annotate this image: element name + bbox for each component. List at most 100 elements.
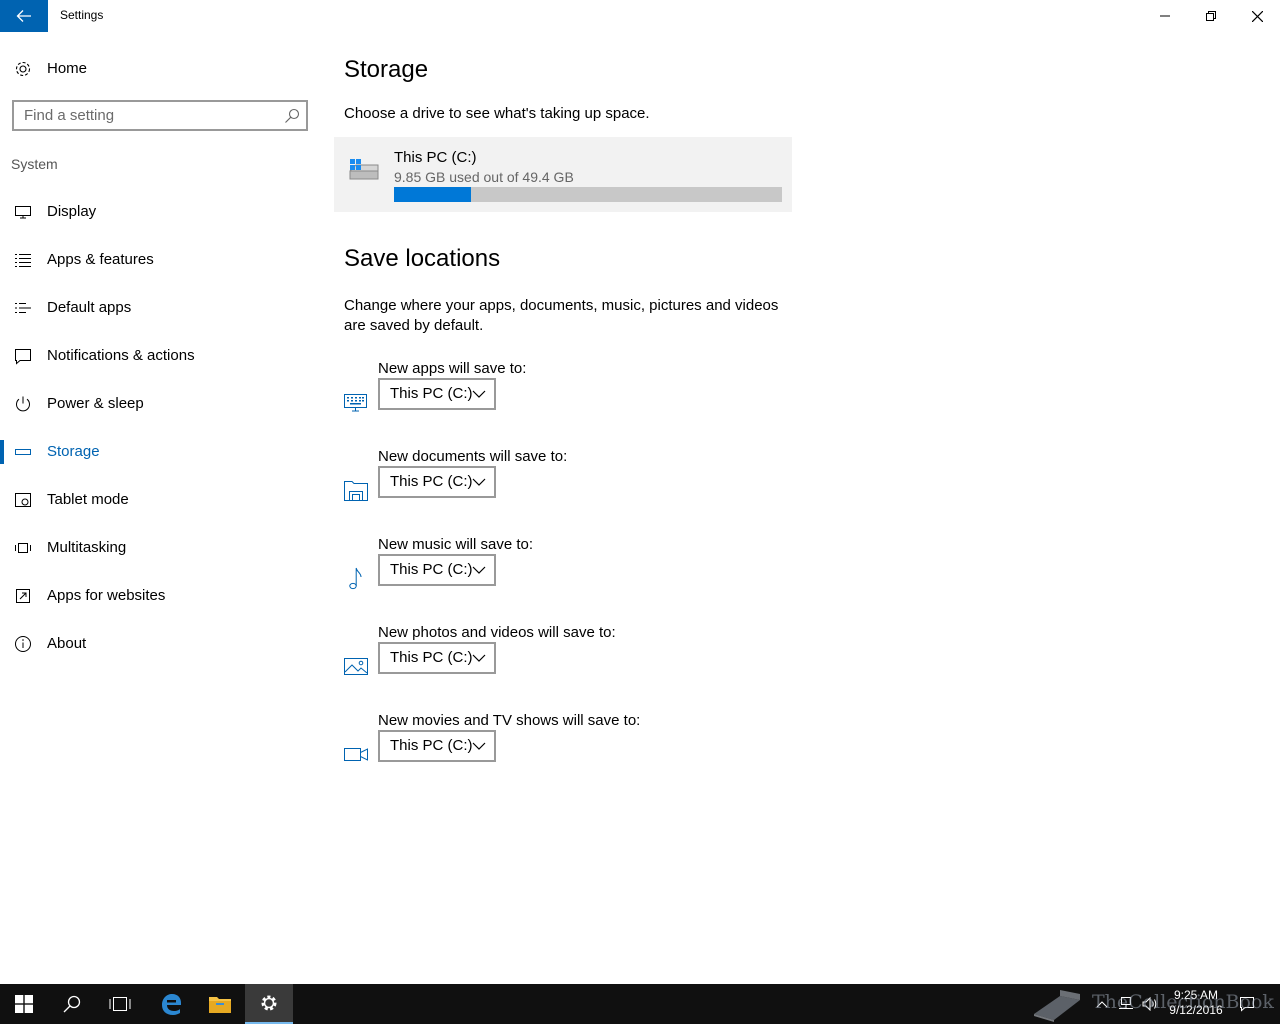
drive-tile[interactable]: This PC (C:) 9.85 GB used out of 49.4 GB bbox=[334, 137, 792, 212]
drive-usage: 9.85 GB used out of 49.4 GB bbox=[394, 169, 574, 185]
section-label: System bbox=[11, 156, 58, 172]
save-location-photos: New photos and videos will save to: This… bbox=[344, 624, 744, 694]
settings-taskbar-button[interactable] bbox=[245, 984, 293, 1024]
apps-features-icon bbox=[15, 254, 31, 267]
music-save-dropdown[interactable]: This PC (C:) bbox=[378, 554, 496, 586]
sidebar-item-apps-features[interactable]: Apps & features bbox=[0, 240, 320, 280]
watermark-text: TheCollectionBook bbox=[1092, 991, 1274, 1013]
sidebar-item-label: Apps for websites bbox=[47, 587, 166, 604]
file-explorer-button[interactable] bbox=[196, 984, 244, 1024]
taskbar: 9:25 AM 9/12/2016 TheCollectionBook bbox=[0, 984, 1280, 1024]
keyboard-monitor-icon bbox=[344, 394, 367, 412]
picture-icon bbox=[344, 658, 368, 675]
sidebar-item-display[interactable]: Display bbox=[0, 192, 320, 232]
save-location-label: New music will save to: bbox=[378, 536, 534, 553]
apps-websites-icon bbox=[16, 589, 30, 603]
search-icon bbox=[63, 995, 81, 1013]
minimize-button[interactable] bbox=[1142, 0, 1188, 32]
photos-save-dropdown[interactable]: This PC (C:) bbox=[378, 642, 496, 674]
save-location-documents: New documents will save to: This PC (C:) bbox=[344, 448, 744, 518]
back-arrow-icon bbox=[16, 10, 31, 22]
sidebar-item-default-apps[interactable]: Default apps bbox=[0, 288, 320, 328]
sidebar-item-label: Notifications & actions bbox=[47, 347, 195, 364]
default-apps-icon bbox=[15, 303, 31, 313]
close-icon bbox=[1251, 10, 1263, 22]
apps-save-dropdown[interactable]: This PC (C:) bbox=[378, 378, 496, 410]
dropdown-value: This PC (C:) bbox=[390, 385, 473, 402]
sidebar-item-label: Tablet mode bbox=[47, 491, 129, 508]
sidebar-item-label: About bbox=[47, 635, 87, 652]
notifications-icon bbox=[15, 349, 31, 365]
search-box[interactable] bbox=[12, 100, 308, 131]
search-input[interactable] bbox=[14, 102, 264, 129]
home-nav-item[interactable]: Home bbox=[0, 52, 320, 86]
sidebar-item-multitasking[interactable]: Multitasking bbox=[0, 528, 320, 568]
save-locations-title: Save locations bbox=[344, 245, 501, 272]
folder-icon bbox=[209, 997, 231, 1013]
restore-button[interactable] bbox=[1188, 0, 1234, 32]
restore-icon bbox=[1206, 11, 1216, 21]
sidebar-item-label: Storage bbox=[47, 443, 100, 460]
save-location-label: New photos and videos will save to: bbox=[378, 624, 616, 641]
storage-description: Choose a drive to see what's taking up s… bbox=[344, 105, 650, 122]
search-taskbar-button[interactable] bbox=[48, 984, 96, 1024]
chevron-down-icon bbox=[472, 390, 486, 398]
drive-icon bbox=[349, 159, 379, 180]
dropdown-value: This PC (C:) bbox=[390, 737, 473, 754]
save-location-music: New music will save to: This PC (C:) bbox=[344, 536, 744, 606]
save-locations-description: Change where your apps, documents, music… bbox=[344, 297, 779, 334]
chevron-down-icon bbox=[472, 742, 486, 750]
drive-name: This PC (C:) bbox=[394, 149, 477, 166]
sidebar-item-label: Apps & features bbox=[47, 251, 154, 268]
page-title: Storage bbox=[344, 56, 429, 83]
save-location-label: New documents will save to: bbox=[378, 448, 568, 465]
windows-logo-icon bbox=[15, 995, 33, 1013]
edge-browser-icon bbox=[162, 994, 181, 1015]
minimize-icon bbox=[1160, 15, 1170, 17]
tablet-mode-icon bbox=[15, 493, 31, 507]
search-icon[interactable] bbox=[284, 108, 300, 124]
sidebar-item-apps-websites[interactable]: Apps for websites bbox=[0, 576, 320, 616]
sidebar-item-storage[interactable]: Storage bbox=[0, 432, 320, 472]
save-location-movies: New movies and TV shows will save to: Th… bbox=[344, 712, 744, 782]
drive-usage-bar bbox=[394, 187, 782, 202]
back-button[interactable] bbox=[0, 0, 48, 32]
sidebar-item-label: Multitasking bbox=[47, 539, 127, 556]
gear-icon bbox=[15, 61, 31, 77]
start-button[interactable] bbox=[0, 984, 48, 1024]
save-location-label: New movies and TV shows will save to: bbox=[378, 712, 641, 729]
sidebar-item-tablet-mode[interactable]: Tablet mode bbox=[0, 480, 320, 520]
dropdown-value: This PC (C:) bbox=[390, 473, 473, 490]
task-view-icon bbox=[109, 997, 131, 1011]
sidebar-item-about[interactable]: About bbox=[0, 624, 320, 664]
dropdown-value: This PC (C:) bbox=[390, 561, 473, 578]
gear-icon bbox=[261, 995, 277, 1011]
save-location-label: New apps will save to: bbox=[378, 360, 527, 377]
chevron-down-icon bbox=[472, 654, 486, 662]
home-label: Home bbox=[47, 60, 88, 77]
movies-save-dropdown[interactable]: This PC (C:) bbox=[378, 730, 496, 762]
save-location-apps: New apps will save to: This PC (C:) bbox=[344, 360, 744, 430]
drive-usage-fill bbox=[394, 187, 472, 202]
storage-icon bbox=[15, 449, 31, 455]
sidebar-item-label: Display bbox=[47, 203, 97, 220]
video-camera-icon bbox=[344, 748, 368, 761]
title-bar: Settings bbox=[0, 0, 1280, 32]
book-logo-icon bbox=[1034, 990, 1080, 1022]
sidebar-item-notifications[interactable]: Notifications & actions bbox=[0, 336, 320, 376]
info-icon bbox=[15, 636, 31, 652]
power-icon bbox=[16, 396, 30, 412]
documents-icon bbox=[344, 481, 368, 501]
sidebar: Home System Display Apps & features Defa… bbox=[0, 32, 320, 984]
display-icon bbox=[15, 206, 31, 219]
music-note-icon bbox=[349, 567, 362, 590]
edge-browser-button[interactable] bbox=[147, 984, 195, 1024]
multitasking-icon bbox=[15, 543, 31, 553]
sidebar-item-label: Power & sleep bbox=[47, 395, 144, 412]
task-view-button[interactable] bbox=[96, 984, 144, 1024]
documents-save-dropdown[interactable]: This PC (C:) bbox=[378, 466, 496, 498]
sidebar-item-power-sleep[interactable]: Power & sleep bbox=[0, 384, 320, 424]
close-button[interactable] bbox=[1234, 0, 1280, 32]
sidebar-item-label: Default apps bbox=[47, 299, 132, 316]
chevron-down-icon bbox=[472, 478, 486, 486]
